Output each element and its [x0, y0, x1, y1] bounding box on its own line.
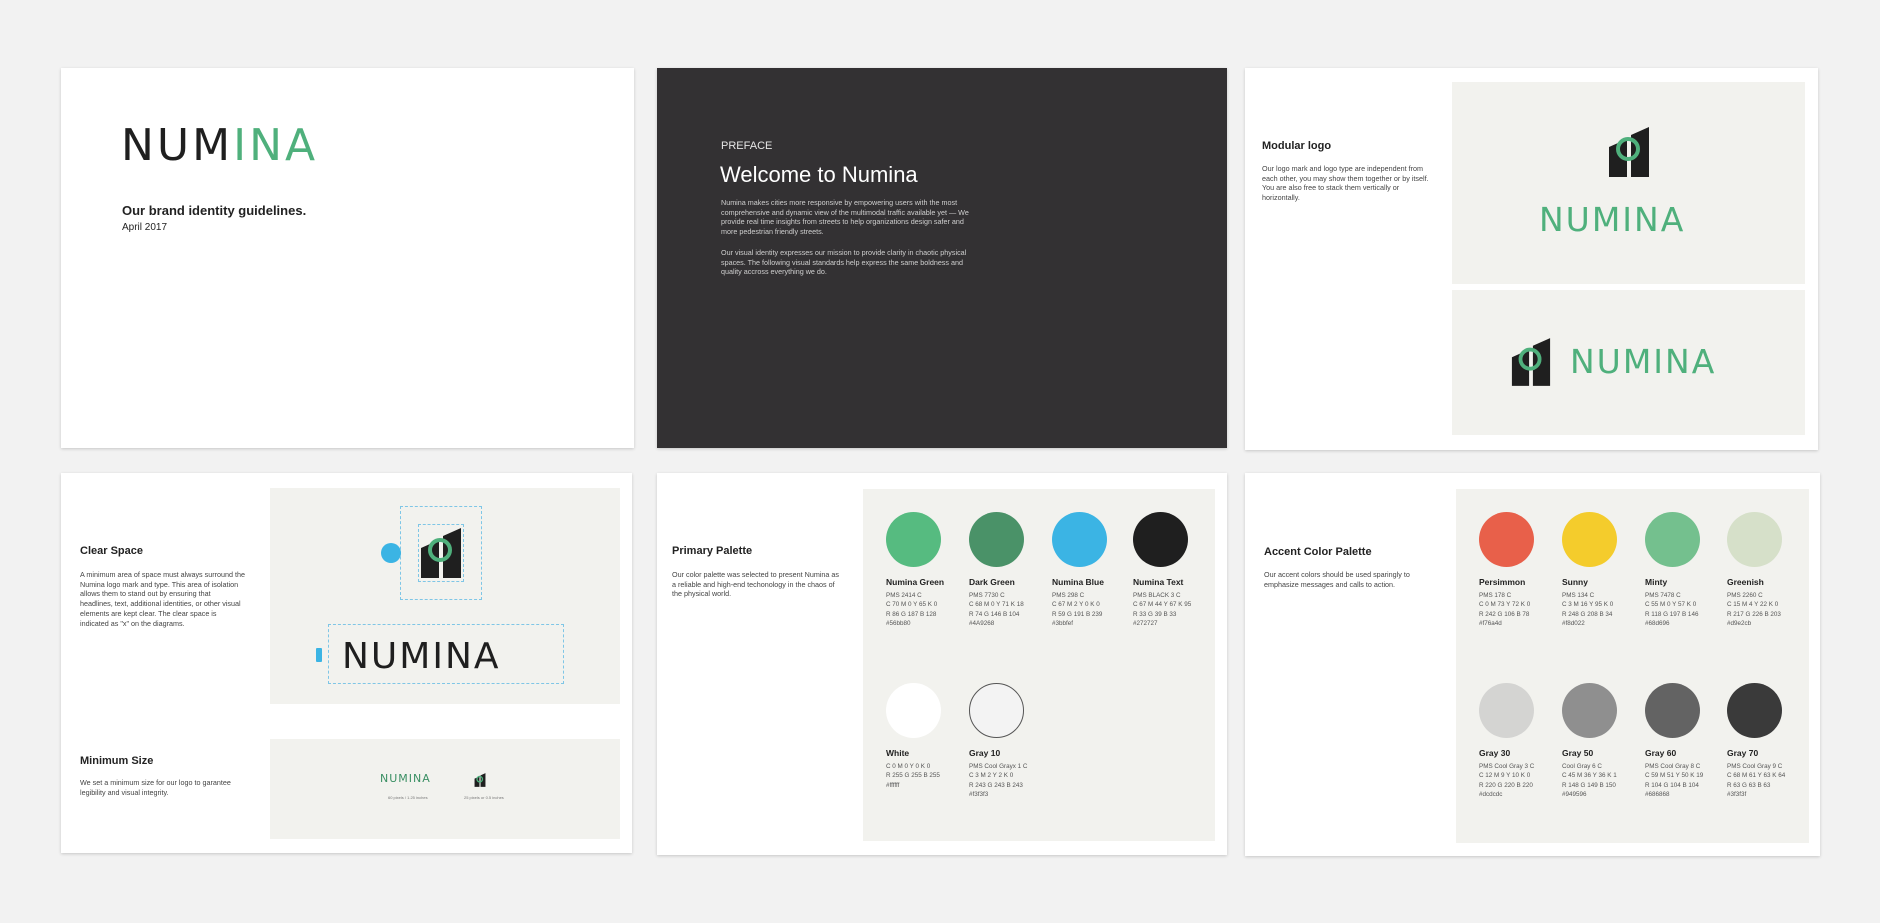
swatch-label: Gray 10 [969, 748, 1001, 758]
swatch-gray-70 [1727, 683, 1782, 738]
swatch-numina-text [1133, 512, 1188, 567]
swatch-persimmon [1479, 512, 1534, 567]
clear-space-title: Clear Space [80, 545, 143, 557]
clear-space-page: Clear Space A minimum area of space must… [61, 473, 632, 853]
swatch-spec: PMS 7478 CC 55 M 0 Y 57 K 0R 118 G 197 B… [1645, 592, 1699, 628]
swatch-label: Numina Text [1133, 577, 1184, 587]
swatch-label: Minty [1645, 577, 1668, 587]
clear-space-x-marker [316, 648, 322, 662]
logo-mark-icon [421, 528, 461, 578]
primary-palette-body: Our color palette was selected to presen… [672, 570, 839, 599]
accent-palette-title: Accent Color Palette [1264, 546, 1372, 558]
swatch-label: Sunny [1562, 577, 1588, 587]
cover-title: Our brand identity guidelines. [122, 203, 307, 218]
cover-date: April 2017 [122, 222, 168, 233]
swatch-spec: Cool Gray 6 CC 45 M 36 Y 36 K 1R 148 G 1… [1562, 763, 1617, 799]
swatch-white [886, 683, 941, 738]
minimum-size-label-2: 25 pixels or 0.5 inches [464, 795, 504, 800]
clear-space-x-marker [381, 543, 401, 563]
swatch-spec: PMS 178 CC 0 M 73 Y 72 K 0R 242 G 106 B … [1479, 592, 1531, 628]
stacked-logo-panel: NUMINA [1452, 82, 1805, 284]
swatch-spec: PMS Cool Gray 9 CC 68 M 61 Y 63 K 64 R 63… [1727, 763, 1786, 799]
swatch-label: Gray 70 [1727, 748, 1759, 758]
swatch-gray-50 [1562, 683, 1617, 738]
clear-space-diagram-panel: NUMINA [270, 488, 620, 704]
swatch-sunny [1562, 512, 1617, 567]
accent-palette-page: Accent Color Palette Our accent colors s… [1245, 473, 1820, 856]
logo-mark-icon [1511, 338, 1551, 386]
minimum-size-panel: NUMINA 60 pixels / 1.25 inches 25 pixels… [270, 739, 620, 839]
swatch-label: Persimmon [1479, 577, 1526, 587]
swatch-label: Greenish [1727, 577, 1764, 587]
stacked-wordmark: NUMINA [1539, 200, 1686, 239]
swatch-spec: PMS Cool Grayx 1 CC 3 M 2 Y 2 K 0R 243 G… [969, 763, 1028, 799]
accent-palette-panel: Persimmon PMS 178 CC 0 M 73 Y 72 K 0R 24… [1456, 489, 1809, 843]
logo-mark-icon [474, 773, 486, 787]
horizontal-logo-panel: NUMINA [1452, 290, 1805, 435]
accent-palette-body: Our accent colors should be used sparing… [1264, 570, 1410, 589]
swatch-numina-blue [1052, 512, 1107, 567]
clear-space-wordmark: NUMINA [342, 636, 501, 677]
minimum-size-title: Minimum Size [80, 755, 154, 767]
swatch-spec: C 0 M 0 Y 0 K 0R 255 G 255 B 255 #ffffff [886, 763, 940, 789]
logo-mark-icon [1609, 127, 1649, 177]
swatch-label: White [886, 748, 910, 758]
swatch-spec: PMS BLACK 3 CC 67 M 44 Y 67 K 95 R 33 G 3… [1133, 592, 1192, 628]
swatch-label: Gray 50 [1562, 748, 1594, 758]
swatch-spec: PMS Cool Gray 8 CC 59 M 51 Y 50 K 19 R 10… [1645, 763, 1704, 799]
swatch-label: Numina Blue [1052, 577, 1104, 587]
swatch-spec: PMS 7730 CC 68 M 0 Y 71 K 18 R 74 G 146 B… [969, 592, 1024, 628]
clear-space-body: A minimum area of space must always surr… [80, 570, 245, 628]
cover-page: NUMINA Our brand identity guidelines. Ap… [61, 68, 634, 448]
preface-title: Welcome to Numina [720, 162, 918, 187]
swatch-gray-60 [1645, 683, 1700, 738]
swatch-dark-green [969, 512, 1024, 567]
swatch-spec: PMS 2414 CC 70 M 0 Y 65 K 0R 86 G 187 B … [886, 592, 938, 628]
modular-title: Modular logo [1262, 140, 1332, 152]
primary-palette-page: Primary Palette Our color palette was se… [657, 473, 1227, 855]
minimum-size-body: We set a minimum size for our logo to ga… [80, 778, 231, 797]
modular-body: Our logo mark and logo type are independ… [1262, 164, 1429, 203]
swatch-spec: PMS 2260 CC 15 M 4 Y 22 K 0R 217 G 226 B… [1727, 592, 1781, 628]
preface-paragraph-2: Our visual identity expresses our missio… [721, 248, 967, 277]
numina-wordmark: NUMINA [121, 120, 319, 171]
swatch-label: Dark Green [969, 577, 1015, 587]
swatch-label: Numina Green [886, 577, 945, 587]
preface-page: PREFACE Welcome to Numina Numina makes c… [657, 68, 1227, 448]
swatch-label: Gray 30 [1479, 748, 1511, 758]
modular-logo-page: Modular logo Our logo mark and logo type… [1245, 68, 1818, 450]
swatch-spec: PMS 134 CC 3 M 16 Y 95 K 0R 248 G 208 B … [1562, 592, 1614, 628]
swatch-spec: PMS 298 CC 67 M 2 Y 0 K 0R 59 G 191 B 23… [1052, 592, 1103, 628]
swatch-label: Gray 60 [1645, 748, 1677, 758]
preface-kicker: PREFACE [721, 140, 773, 152]
primary-palette-title: Primary Palette [672, 545, 753, 557]
horizontal-wordmark: NUMINA [1570, 342, 1717, 381]
swatch-minty [1645, 512, 1700, 567]
swatch-gray-30 [1479, 683, 1534, 738]
swatch-greenish [1727, 512, 1782, 567]
swatch-spec: PMS Cool Gray 3 CC 12 M 9 Y 10 K 0R 220 … [1479, 763, 1535, 799]
primary-palette-panel: Numina Green PMS 2414 CC 70 M 0 Y 65 K 0… [863, 489, 1215, 841]
minimum-size-label-1: 60 pixels / 1.25 inches [388, 795, 428, 800]
swatch-numina-green [886, 512, 941, 567]
swatch-gray-10 [969, 683, 1024, 738]
minimum-size-wordmark: NUMINA [380, 772, 431, 785]
preface-paragraph-1: Numina makes cities more responsive by e… [721, 198, 969, 237]
